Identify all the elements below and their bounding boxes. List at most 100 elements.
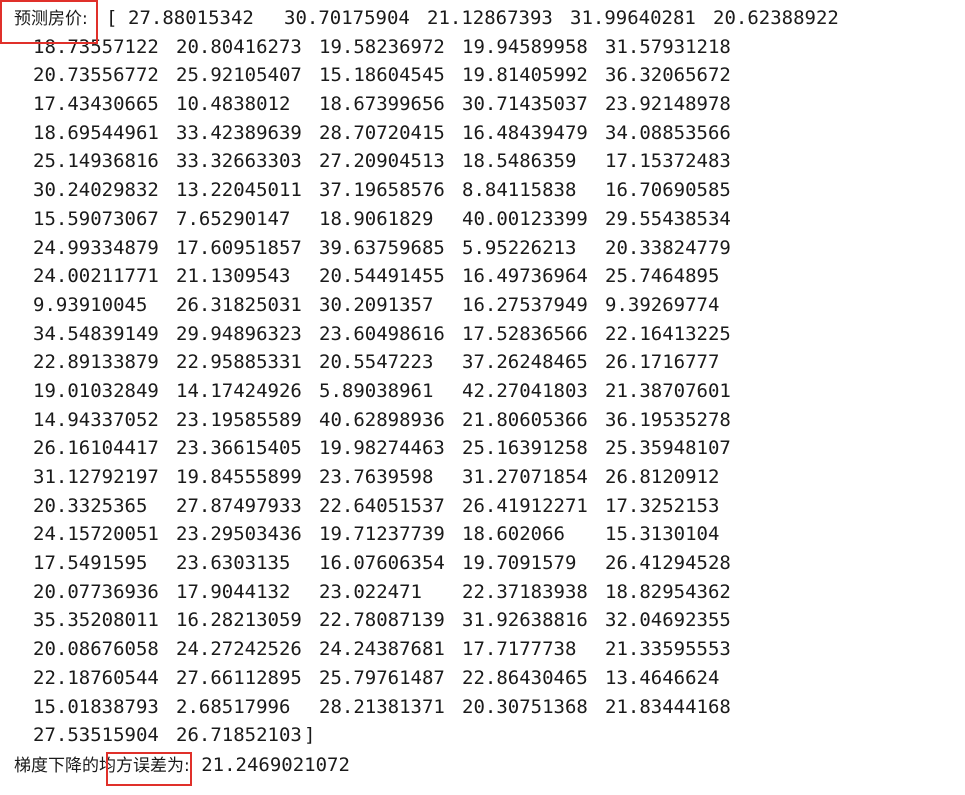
prediction-value: 15.3130104 — [605, 523, 720, 546]
prediction-value: 21.80605366 — [462, 408, 588, 431]
prediction-value: 31.99640281 — [570, 7, 696, 29]
prediction-value: 29.94896323 — [176, 322, 302, 345]
prediction-value: 19.58236972 — [319, 35, 445, 58]
prediction-value: 16.48439479 — [462, 121, 588, 144]
prediction-value: 27.88015342 — [128, 7, 254, 29]
prediction-value: 5.95226213 — [462, 236, 577, 259]
prediction-value: 25.14936816 — [33, 150, 159, 173]
prediction-row: 22.89133879 22.95885331 20.5547223 37.26248… — [14, 348, 954, 377]
prediction-value: 21.38707601 — [605, 379, 731, 402]
prediction-row: 预测房价: [27.88015342 30.70175904 21.12867393 3… — [14, 4, 954, 33]
prediction-row: 20.07736936 17.9044132 23.022471 22.3718393… — [14, 578, 954, 607]
prediction-value: 20.54491455 — [319, 265, 445, 288]
prediction-value: 21.83444168 — [605, 695, 731, 718]
prediction-value: 20.73556772 — [33, 64, 159, 87]
prediction-row: 31.12792197 19.84555899 23.7639598 31.27071… — [14, 463, 954, 492]
prediction-row: 17.43430665 10.4838012 18.67399656 30.71435… — [14, 90, 954, 119]
prediction-value: 36.32065672 — [605, 64, 731, 87]
prediction-value: 33.32663303 — [176, 150, 302, 173]
prediction-value: 20.5547223 — [319, 351, 434, 374]
prediction-row: 20.73556772 25.92105407 15.18604545 19.8140… — [14, 61, 954, 90]
prediction-row: 20.3325365 27.87497933 22.64051537 26.41912… — [14, 492, 954, 521]
prediction-value: 18.9061829 — [319, 207, 434, 230]
prediction-row: 15.01838793 2.68517996 28.21381371 20.30751… — [14, 693, 954, 722]
prediction-value: 26.41294528 — [605, 552, 731, 575]
prediction-value: 28.21381371 — [319, 695, 445, 718]
prediction-row: 14.94337052 23.19585589 40.62898936 21.8060… — [14, 406, 954, 435]
prediction-value: 25.35948107 — [605, 437, 731, 460]
prediction-value: 34.08853566 — [605, 121, 731, 144]
prediction-value: 22.95885331 — [176, 351, 302, 374]
prediction-value: 17.9044132 — [176, 580, 291, 603]
prediction-value: 26.16104417 — [33, 437, 159, 460]
prediction-value: 17.52836566 — [462, 322, 588, 345]
prediction-value: 22.89133879 — [33, 351, 159, 374]
prediction-value: 22.18760544 — [33, 666, 159, 689]
prediction-row: 24.15720051 23.29503436 19.71237739 18.6020… — [14, 520, 954, 549]
prediction-value: 5.89038961 — [319, 379, 434, 402]
prediction-value: 21.1309543 — [176, 265, 291, 288]
prediction-value: 22.64051537 — [319, 494, 445, 517]
prediction-value: 17.60951857 — [176, 236, 302, 259]
prediction-value: 15.59073067 — [33, 207, 159, 230]
prediction-value: 23.19585589 — [176, 408, 302, 431]
prediction-value: 26.41912271 — [462, 494, 588, 517]
prediction-value: 28.70720415 — [319, 121, 445, 144]
prediction-value: 24.27242526 — [176, 638, 302, 661]
prediction-value: 39.63759685 — [319, 236, 445, 259]
prediction-value: 35.35208011 — [33, 609, 159, 632]
prediction-value: 23.92148978 — [605, 93, 731, 116]
prediction-value: 17.7177738 — [462, 638, 577, 661]
prediction-value: 23.6303135 — [176, 552, 291, 575]
prediction-value: 23.7639598 — [319, 466, 434, 488]
prediction-value: 25.16391258 — [462, 437, 588, 460]
prediction-value: 27.66112895 — [176, 666, 302, 689]
prediction-row: 19.01032849 14.17424926 5.89038961 42.27041… — [14, 377, 954, 406]
mse-label: 梯度下降的均方误差为: — [14, 756, 190, 776]
prediction-value: 24.24387681 — [319, 638, 445, 661]
prediction-value: 13.4646624 — [605, 666, 720, 689]
prediction-value: 21.33595553 — [605, 638, 731, 661]
prediction-value: 10.4838012 — [176, 93, 291, 116]
prediction-value: 24.15720051 — [33, 523, 159, 546]
prediction-value: 14.94337052 — [33, 408, 159, 431]
prediction-row: 35.35208011 16.28213059 22.78087139 31.9263… — [14, 606, 954, 635]
prediction-value: 20.33824779 — [605, 236, 731, 259]
prediction-value: 30.71435037 — [462, 93, 588, 116]
prediction-value: 20.80416273 — [176, 35, 302, 58]
prediction-value: 23.022471 — [319, 580, 422, 603]
prediction-value: 27.87497933 — [176, 494, 302, 517]
prediction-value: 40.00123399 — [462, 207, 588, 230]
prediction-row: 26.16104417 23.36615405 19.98274463 25.1639… — [14, 434, 954, 463]
prediction-value: 25.7464895 — [605, 265, 720, 288]
prediction-value: 16.07606354 — [319, 552, 445, 575]
prediction-value: 19.98274463 — [319, 437, 445, 460]
prediction-value: 16.49736964 — [462, 265, 588, 288]
prediction-value: 31.57931218 — [605, 35, 731, 58]
prediction-value: 25.92105407 — [176, 64, 302, 87]
prediction-value: 2.68517996 — [176, 695, 291, 718]
prediction-value: 26.71852103 — [176, 724, 302, 747]
prediction-value: 20.3325365 — [33, 494, 148, 517]
prediction-row: 24.99334879 17.60951857 39.63759685 5.95226… — [14, 234, 954, 263]
prediction-value: 23.29503436 — [176, 523, 302, 546]
mse-value: 21.2469021072 — [201, 754, 350, 776]
prediction-value: 16.70690585 — [605, 179, 731, 202]
prediction-value: 26.8120912 — [605, 466, 720, 488]
prediction-value: 33.42389639 — [176, 121, 302, 144]
prediction-value: 15.01838793 — [33, 695, 159, 718]
prediction-value: 23.60498616 — [319, 322, 445, 345]
prediction-value: 29.55438534 — [605, 207, 731, 230]
prediction-value: 23.36615405 — [176, 437, 302, 460]
prediction-row: 30.24029832 13.22045011 37.19658576 8.84115… — [14, 176, 954, 205]
prediction-value: 42.27041803 — [462, 379, 588, 402]
prediction-value: 24.99334879 — [33, 236, 159, 259]
prediction-value: 26.31825031 — [176, 293, 302, 316]
prediction-value: 26.1716777 — [605, 351, 720, 374]
prediction-value: 22.37183938 — [462, 580, 588, 603]
prediction-value: 36.19535278 — [605, 408, 731, 431]
console-output: 预测房价: [27.88015342 30.70175904 21.12867393 3… — [14, 4, 954, 750]
prediction-value: 18.602066 — [462, 523, 565, 546]
prediction-value: 40.62898936 — [319, 408, 445, 431]
prediction-row: 15.59073067 7.65290147 18.9061829 40.001233… — [14, 205, 954, 234]
